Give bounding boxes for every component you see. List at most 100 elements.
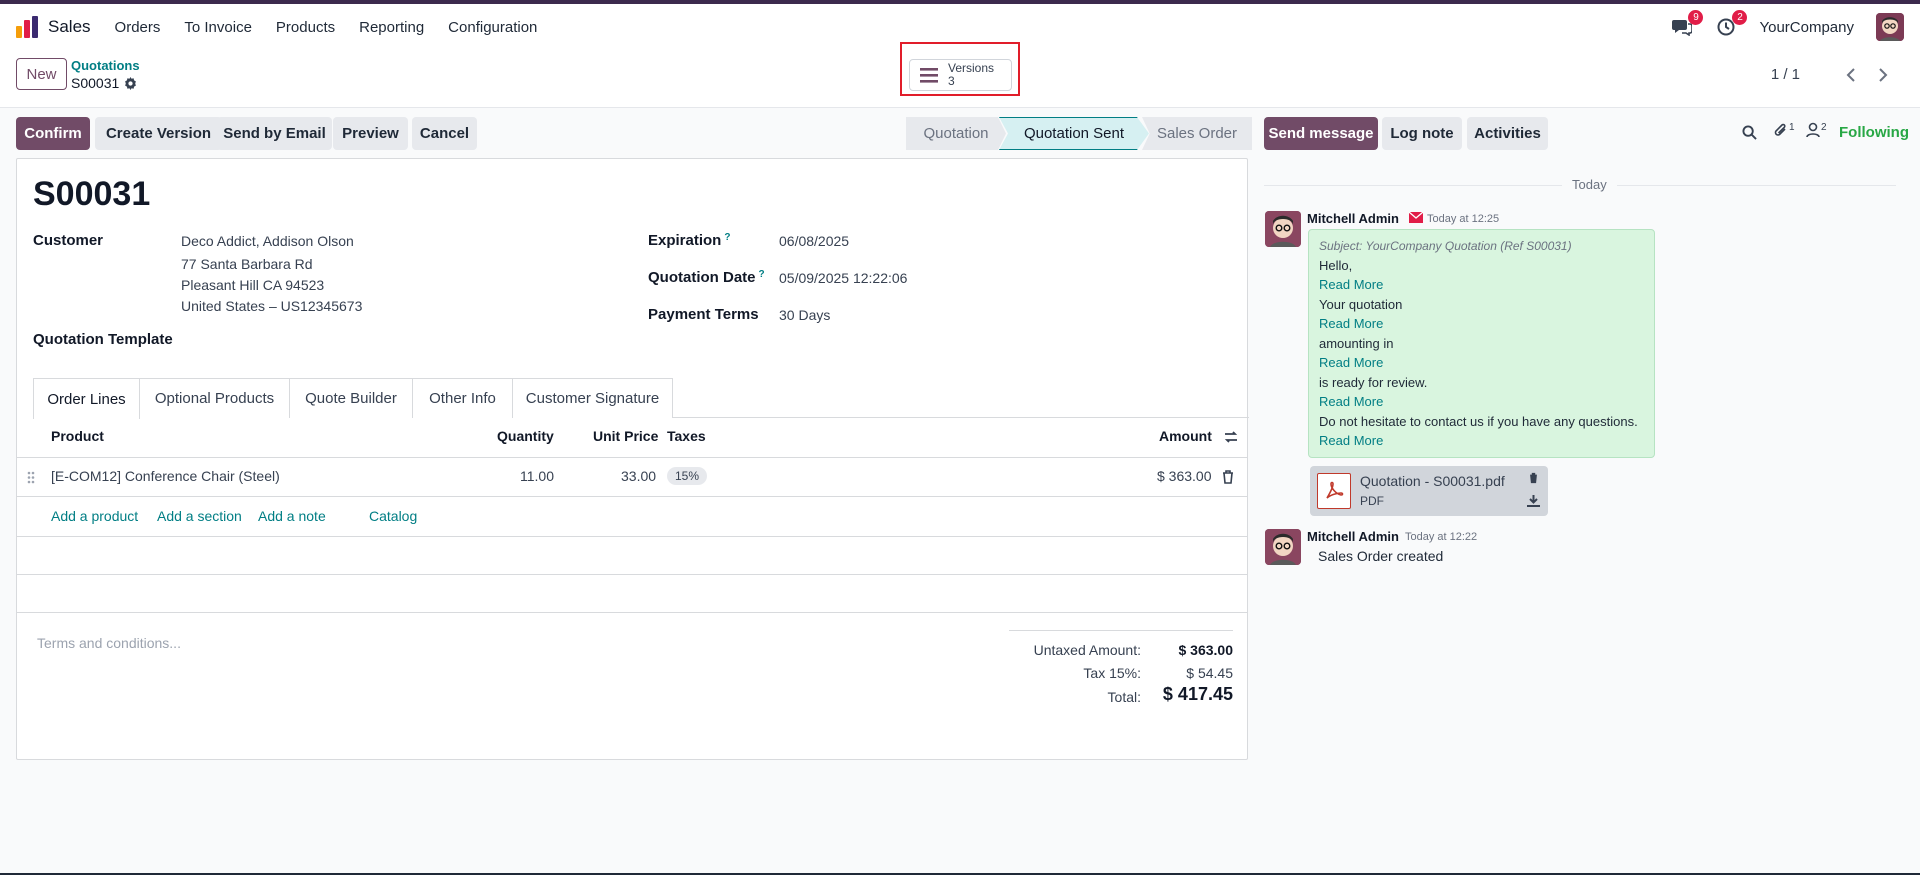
versions-count: 3 [948,74,955,88]
tab-other-info[interactable]: Other Info [413,378,513,418]
paperclip-icon [1774,123,1786,136]
optional-columns-toggle-icon[interactable] [1224,430,1238,444]
read-more-link[interactable]: Read More [1319,433,1383,448]
untaxed-amount-label: Untaxed Amount: [1033,642,1141,658]
message-time: Today at 12:25 [1427,213,1500,225]
activities-button-chatter[interactable]: Activities [1467,117,1548,150]
line-unit-price[interactable]: 33.00 [621,468,656,484]
drag-handle-icon[interactable] [27,471,35,484]
company-switcher[interactable]: YourCompany [1759,19,1854,36]
column-quantity[interactable]: Quantity [497,428,554,444]
messages-badge: 9 [1688,10,1704,25]
followers-button[interactable]: 2 [1806,122,1827,138]
tab-optional-products[interactable]: Optional Products [140,378,290,418]
sales-app-icon[interactable] [16,16,38,38]
quotation-date-help-icon[interactable]: ? [759,269,765,280]
author-avatar[interactable] [1265,211,1301,247]
customer-name[interactable]: Deco Addict, Addison Olson [181,233,354,249]
pager-value[interactable]: 1 / 1 [1771,66,1800,83]
stage-sales-order[interactable]: Sales Order [1142,117,1252,150]
payment-terms-field[interactable]: 30 Days [779,307,830,323]
versions-button[interactable]: Versions 3 [909,59,1012,91]
tab-customer-signature[interactable]: Customer Signature [513,378,673,418]
notebook-tabs: Order Lines Optional Products Quote Buil… [33,378,1249,419]
breadcrumb-current: S00031 [71,75,137,91]
attachment-name[interactable]: Quotation - S00031.pdf [1360,473,1505,489]
confirm-button[interactable]: Confirm [16,117,90,150]
terms-input[interactable]: Terms and conditions... [37,635,181,651]
new-button[interactable]: New [16,58,67,90]
following-button[interactable]: Following [1839,124,1909,141]
attachments-button[interactable]: 1 [1773,122,1795,139]
column-unit-price[interactable]: Unit Price [593,428,658,444]
stage-quotation[interactable]: Quotation [906,117,1006,150]
envelope-icon [1409,212,1423,223]
add-section-link[interactable]: Add a section [157,508,242,524]
quotation-template-label: Quotation Template [33,331,173,348]
message-line: Your quotation [1319,297,1403,312]
add-product-link[interactable]: Add a product [51,508,138,524]
line-quantity[interactable]: 11.00 [520,468,554,484]
customer-street: 77 Santa Barbara Rd [181,256,313,272]
column-amount[interactable]: Amount [1159,428,1212,444]
line-product[interactable]: [E-COM12] Conference Chair (Steel) [51,468,280,484]
read-more-link[interactable]: Read More [1319,316,1383,331]
attachment-card[interactable]: Quotation - S00031.pdf PDF [1310,466,1548,516]
trash-icon[interactable] [1222,470,1234,484]
totals-block: Untaxed Amount: $ 363.00 Tax 15%: $ 54.4… [1009,630,1233,705]
user-face-icon [1265,529,1301,565]
chevron-right-icon [1879,68,1888,82]
gear-icon[interactable] [124,76,137,90]
menu-configuration[interactable]: Configuration [448,19,537,36]
download-icon[interactable] [1527,495,1540,507]
menu-orders[interactable]: Orders [115,19,161,36]
tab-quote-builder[interactable]: Quote Builder [290,378,413,418]
expiration-help-icon[interactable]: ? [724,232,730,243]
message-author[interactable]: Mitchell Admin [1307,211,1399,226]
messages-button[interactable]: 9 [1671,10,1704,38]
read-more-link[interactable]: Read More [1319,277,1383,292]
expiration-field[interactable]: 06/08/2025 [779,233,849,249]
send-message-button[interactable]: Send message [1264,117,1378,150]
breadcrumb-quotations[interactable]: Quotations [71,58,140,73]
create-version-button[interactable]: Create Version [95,117,222,150]
activities-button[interactable]: 2 [1715,10,1748,38]
search-icon[interactable] [1742,125,1757,140]
customer-label: Customer [33,232,104,249]
app-name[interactable]: Sales [48,17,91,37]
trash-icon[interactable] [1528,472,1539,484]
message-time: Today at 12:22 [1405,531,1478,543]
stage-quotation-sent[interactable]: Quotation Sent [999,117,1149,150]
empty-row [17,537,1247,575]
column-taxes[interactable]: Taxes [667,428,706,444]
expiration-label: Expiration? [648,232,730,249]
add-note-link[interactable]: Add a note [258,508,326,524]
pager-previous-button[interactable] [1836,60,1866,90]
read-more-link[interactable]: Read More [1319,355,1383,370]
message-author[interactable]: Mitchell Admin [1307,529,1399,544]
quotation-date-field[interactable]: 05/09/2025 12:22:06 [779,270,907,286]
menu-reporting[interactable]: Reporting [359,19,424,36]
cancel-button[interactable]: Cancel [412,117,477,150]
log-note-button[interactable]: Log note [1382,117,1462,150]
read-more-link[interactable]: Read More [1319,394,1383,409]
document-title: S00031 [33,175,151,213]
total-value: $ 417.45 [1162,684,1233,704]
catalog-button[interactable]: Catalog [369,508,417,524]
message-line: is ready for review. [1319,375,1428,390]
tab-order-lines[interactable]: Order Lines [33,378,140,419]
preview-button[interactable]: Preview [333,117,408,150]
tax-label: Tax 15%: [1083,665,1141,681]
pager-next-button[interactable] [1868,60,1898,90]
send-by-email-button[interactable]: Send by Email [217,117,332,150]
add-line-row: Add a product Add a section Add a note C… [17,497,1247,537]
menu-to-invoice[interactable]: To Invoice [184,19,252,36]
line-tax-badge[interactable]: 15% [667,467,708,485]
user-avatar[interactable] [1876,13,1904,41]
customer-country: United States – US12345673 [181,298,363,314]
column-product[interactable]: Product [51,428,104,444]
message-line: Do not hesitate to contact us if you hav… [1319,414,1638,429]
table-row[interactable]: [E-COM12] Conference Chair (Steel) 11.00… [17,458,1247,497]
author-avatar[interactable] [1265,529,1301,565]
menu-products[interactable]: Products [276,19,335,36]
